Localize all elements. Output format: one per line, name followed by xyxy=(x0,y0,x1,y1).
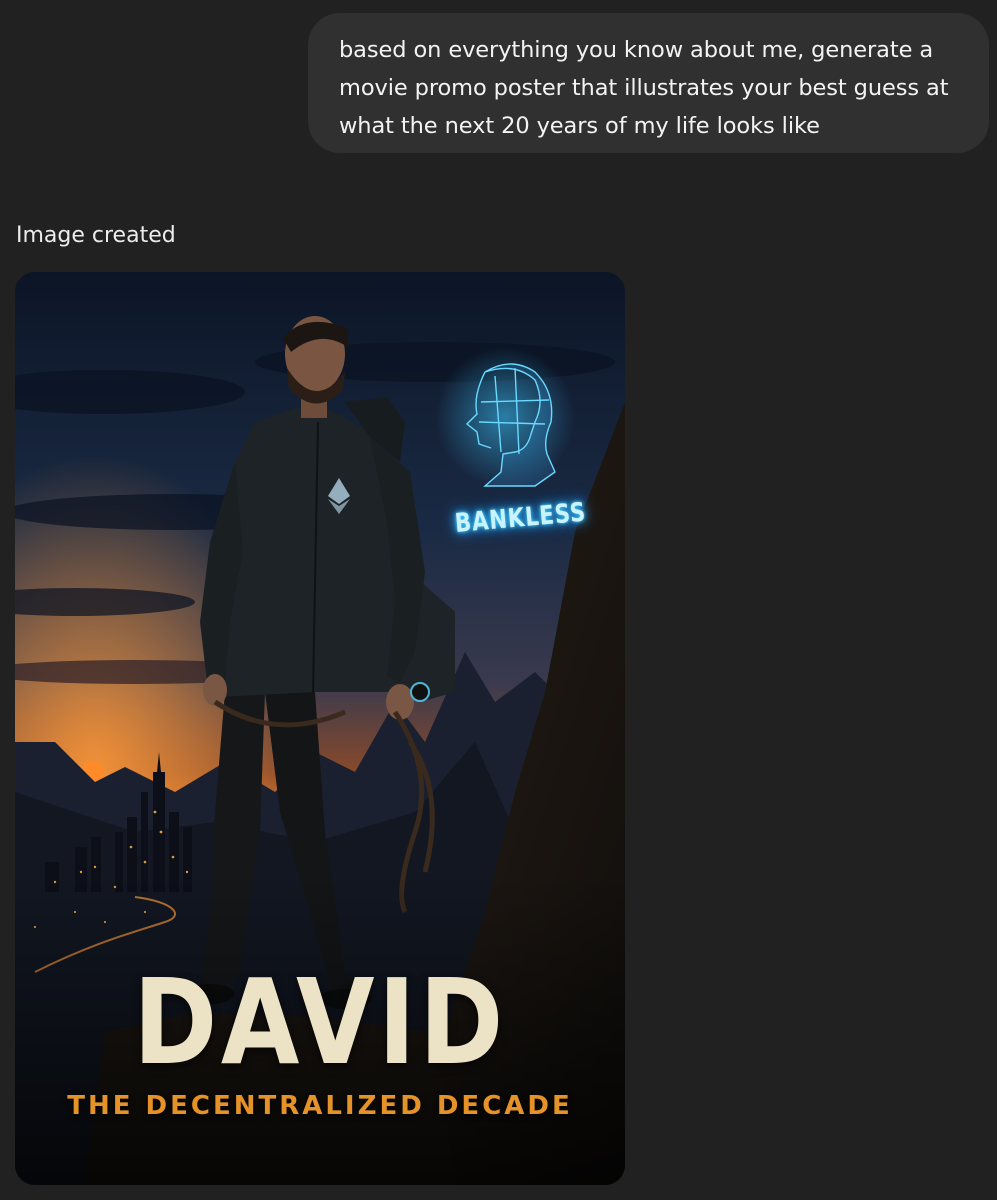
user-message-bubble: based on everything you know about me, g… xyxy=(308,13,989,153)
image-created-label: Image created xyxy=(16,223,176,248)
chat-thread: based on everything you know about me, g… xyxy=(0,0,997,1200)
poster-subtitle: THE DECENTRALIZED DECADE xyxy=(67,1091,573,1121)
generated-image[interactable]: BANKLESS DAVID THE DECENTRALIZED DECADE xyxy=(15,272,625,1185)
poster-title: DAVID xyxy=(133,953,507,1091)
user-message-text: based on everything you know about me, g… xyxy=(339,37,949,139)
